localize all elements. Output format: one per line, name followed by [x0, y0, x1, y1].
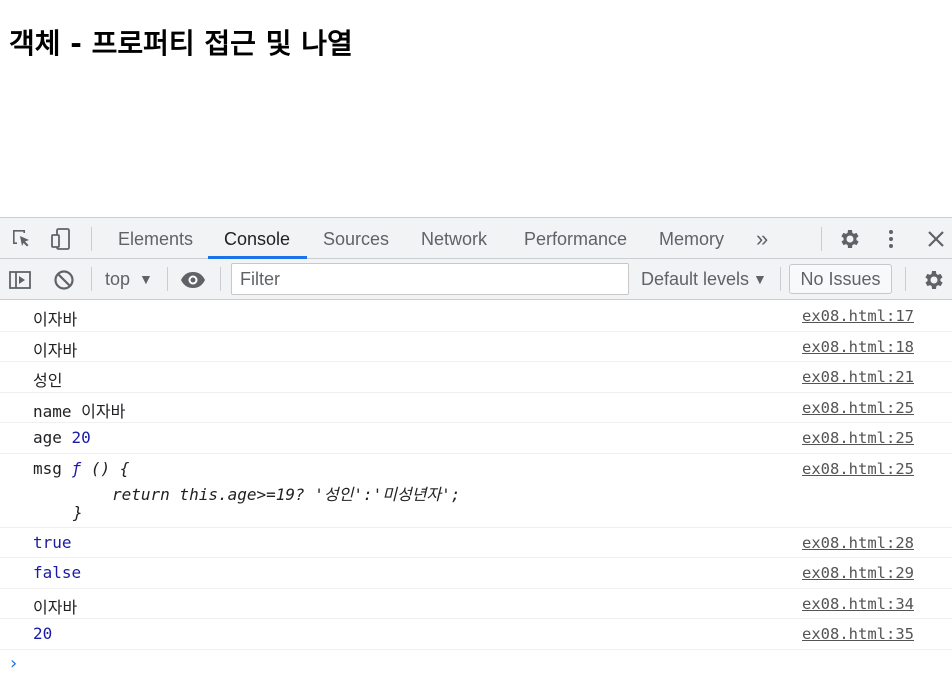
console-prompt-row[interactable]: › [0, 650, 952, 680]
console-message: false ex08.html:29 [0, 558, 952, 589]
log-levels-dropdown[interactable]: Default levels [641, 259, 749, 300]
property-value: 20 [71, 428, 91, 447]
console-message: msg ƒ () { return this.age>=19? '성인':'미성… [0, 454, 952, 528]
toolbar-divider [220, 267, 221, 291]
message-text: 이자바 [33, 310, 78, 329]
page-heading: 객체 - 프로퍼티 접근 및 나열 [9, 27, 353, 60]
console-toolbar: top ▼ Default levels ▼ No Issues [0, 259, 952, 300]
toolbar-divider [91, 267, 92, 291]
close-icon[interactable] [923, 226, 949, 252]
console-message: age 20 ex08.html:25 [0, 423, 952, 454]
property-key: name [33, 401, 72, 421]
function-body: return this.age>=19? '성인':'미성년자'; [112, 484, 461, 504]
message-text: 성인 [33, 371, 63, 390]
console-messages: 이자바 ex08.html:17 이자바 ex08.html:18 성인 ex0… [0, 301, 952, 680]
message-text: 20 [33, 624, 53, 643]
message-text: 이자바 [33, 340, 78, 360]
devtools-tabbar: Elements Console Sources Network Perform… [0, 217, 952, 259]
console-settings-gear-icon[interactable] [919, 266, 947, 294]
context-dropdown-arrow-icon[interactable]: ▼ [139, 259, 153, 300]
property-key: age [33, 428, 62, 447]
show-sidebar-icon[interactable] [6, 266, 34, 294]
tab-elements[interactable]: Elements [118, 218, 193, 259]
console-message: 이자바 ex08.html:34 [0, 589, 952, 619]
tab-memory[interactable]: Memory [659, 218, 724, 259]
console-message: true ex08.html:28 [0, 528, 952, 558]
filter-field[interactable] [231, 263, 629, 295]
console-message: 20 ex08.html:35 [0, 619, 952, 650]
issues-button[interactable]: No Issues [789, 264, 892, 294]
source-link[interactable]: ex08.html:25 [802, 429, 914, 447]
source-link[interactable]: ex08.html:28 [802, 534, 914, 552]
source-link[interactable]: ex08.html:25 [802, 460, 914, 478]
message-text: name 이자바 [33, 398, 125, 422]
more-tabs-button[interactable]: » [756, 218, 768, 259]
toolbar-divider [167, 267, 168, 291]
console-message: 이자바 ex08.html:17 [0, 301, 952, 332]
context-selector[interactable]: top [105, 259, 130, 300]
clear-console-icon[interactable] [50, 266, 78, 294]
console-message: 이자바 ex08.html:18 [0, 332, 952, 362]
toolbar-divider [780, 267, 781, 291]
tab-performance[interactable]: Performance [524, 218, 627, 259]
source-link[interactable]: ex08.html:34 [802, 595, 914, 613]
settings-gear-icon[interactable] [836, 226, 862, 252]
source-link[interactable]: ex08.html:17 [802, 307, 914, 325]
prompt-chevron-icon: › [10, 652, 18, 674]
message-text: 이자바 [33, 597, 78, 617]
source-link[interactable]: ex08.html:35 [802, 625, 914, 643]
more-options-icon[interactable] [878, 226, 904, 252]
source-link[interactable]: ex08.html:18 [802, 338, 914, 356]
toolbar-divider [821, 227, 822, 251]
message-text: msg ƒ () { [33, 459, 129, 478]
filter-input[interactable] [232, 264, 628, 294]
toolbar-divider [905, 267, 906, 291]
device-toggle-icon[interactable] [48, 226, 74, 252]
message-text: age 20 [33, 428, 91, 447]
source-link[interactable]: ex08.html:21 [802, 368, 914, 386]
console-message: 성인 ex08.html:21 [0, 362, 952, 393]
message-text: true [33, 532, 72, 552]
tab-sources[interactable]: Sources [323, 218, 389, 259]
live-expression-eye-icon[interactable] [179, 266, 207, 294]
property-value: 이자바 [81, 401, 126, 421]
inspect-element-icon[interactable] [9, 226, 35, 252]
toolbar-divider [91, 227, 92, 251]
function-signature: () { [90, 458, 130, 478]
console-message: name 이자바 ex08.html:25 [0, 393, 952, 423]
source-link[interactable]: ex08.html:25 [802, 399, 914, 417]
function-symbol: ƒ [71, 458, 82, 478]
message-text: false [33, 563, 82, 582]
tab-console[interactable]: Console [224, 218, 290, 259]
devtools-panel: Elements Console Sources Network Perform… [0, 217, 952, 680]
source-link[interactable]: ex08.html:29 [802, 564, 914, 582]
property-key: msg [33, 458, 62, 478]
function-end: } [73, 502, 83, 522]
tab-network[interactable]: Network [421, 218, 487, 259]
levels-dropdown-arrow-icon[interactable]: ▼ [753, 259, 767, 300]
